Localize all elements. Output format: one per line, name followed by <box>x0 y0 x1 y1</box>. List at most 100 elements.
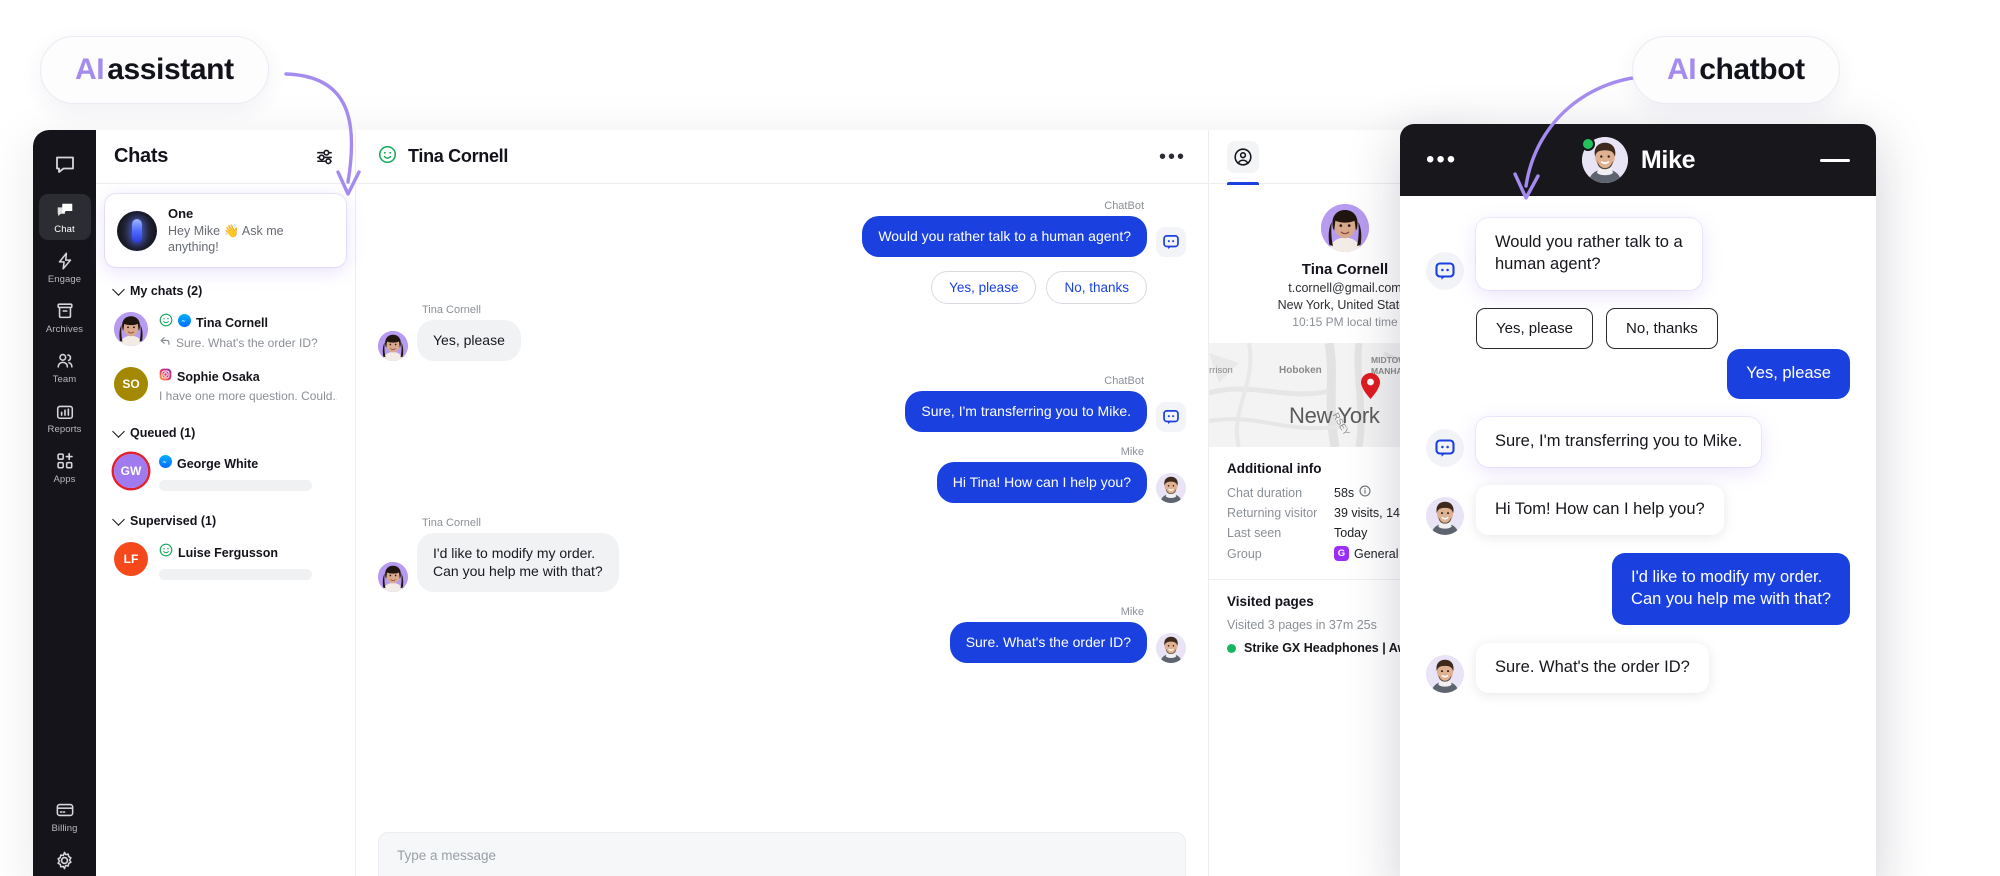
chat-list-header: Chats <box>96 130 355 184</box>
callout-ai-chatbot: AI chatbot <box>1632 36 1840 104</box>
message-input[interactable]: Type a message <box>378 832 1186 876</box>
list-item[interactable]: GW George White <box>96 447 355 501</box>
map-label-hoboken: Hoboken <box>1279 365 1322 376</box>
message-author: Mike <box>1120 445 1144 458</box>
info-circle-icon[interactable] <box>1359 485 1371 500</box>
page-title: Chats <box>114 145 169 167</box>
quick-replies: Yes, please No, thanks <box>378 270 1186 304</box>
list-item-name: Sophie Osaka <box>177 370 260 385</box>
info-key: Returning visitor <box>1227 506 1318 520</box>
ellipsis-icon[interactable]: ••• <box>1426 148 1457 172</box>
message-author: Tina Cornell <box>422 303 481 316</box>
widget-quick-reply-button[interactable]: Yes, please <box>1476 307 1594 349</box>
ellipsis-icon[interactable]: ••• <box>1159 147 1186 167</box>
message-bubble: Yes, please <box>417 319 521 361</box>
sidebar-item-billing[interactable]: Billing <box>39 793 91 839</box>
info-value: General <box>1354 546 1399 561</box>
avatar <box>1580 137 1628 183</box>
map-pin-icon <box>1361 373 1380 399</box>
sidebar-item-settings[interactable] <box>39 843 91 876</box>
widget-quick-replies: Yes, please No, thanks <box>1476 307 1850 349</box>
ai-assistant-preview: Hey Mike 👋 Ask me anything! <box>168 223 284 255</box>
quick-reply-button[interactable]: No, thanks <box>1046 270 1147 304</box>
info-value: 58s <box>1334 485 1355 500</box>
rail-items: Chat Engage Archives Team Reports Apps <box>38 194 91 494</box>
callout-chatbot-ai: AI <box>1667 53 1697 86</box>
chatbot-badge-icon <box>1156 401 1186 432</box>
message-author: Mike <box>1120 606 1144 619</box>
avatar-initials: SO <box>114 367 148 402</box>
chat-widget: ••• Mike Would you rather talk to a huma… <box>1400 124 1876 876</box>
chevron-down-icon <box>112 282 125 296</box>
widget-message-group: Sure. What's the order ID? <box>1426 642 1850 693</box>
message-author: Tina Cornell <box>422 516 481 529</box>
sidebar-item-label: Billing <box>51 823 78 834</box>
info-value: Today <box>1334 526 1368 540</box>
info-key: Last seen <box>1227 526 1282 540</box>
sidebar-item-label: Chat <box>54 224 75 235</box>
message-bubble: Hi Tina! How can I help you? <box>936 461 1147 503</box>
filter-sliders-icon[interactable] <box>311 144 337 170</box>
sidebar-item-reports[interactable]: Reports <box>39 394 91 440</box>
messenger-icon <box>178 313 191 332</box>
widget-message-group: I'd like to modify my order. Can you hel… <box>1426 552 1850 625</box>
chat-group-header[interactable]: Supervised (1) <box>96 501 355 535</box>
widget-message-bubble: Yes, please <box>1727 348 1850 399</box>
sidebar-item-chat[interactable]: Chat <box>38 194 91 240</box>
avatar-initials: LF <box>114 542 148 577</box>
sidebar-item-team[interactable]: Team <box>39 344 91 390</box>
messenger-icon <box>159 455 172 473</box>
widget-message-group: Hi Tom! How can I help you? <box>1426 484 1850 535</box>
apps-grid-icon <box>55 451 75 471</box>
list-item[interactable]: Tina Cornell Sure. What's the order ID? <box>96 305 355 360</box>
avatar <box>378 330 408 361</box>
callout-assistant-label: assistant <box>107 53 234 86</box>
quick-reply-button[interactable]: Yes, please <box>931 270 1037 304</box>
message-group: Mike Hi Tina! How can I help you? <box>378 446 1186 503</box>
sidebar-item-archives[interactable]: Archives <box>39 294 91 340</box>
list-item[interactable]: LF Luise Fergusson <box>96 535 355 590</box>
list-item[interactable]: SO Sophie Osaka I have one more question. … <box>96 360 355 413</box>
widget-message-bubble: Sure. What's the order ID? <box>1476 642 1709 693</box>
widget-agent-name: Mike <box>1640 145 1696 174</box>
widget-message-group: Sure, I'm transferring you to Mike. <box>1426 416 1850 467</box>
sidebar-item-label: Engage <box>47 274 82 285</box>
minimize-icon[interactable] <box>1820 158 1850 162</box>
chat-group-header[interactable]: My chats (2) <box>96 271 355 305</box>
sidebar-item-apps[interactable]: Apps <box>39 444 91 490</box>
avatar: LF <box>114 542 148 577</box>
avatar <box>114 312 148 347</box>
map-label-harrison: rrison <box>1209 365 1233 376</box>
speech-bubble-logo-icon[interactable] <box>45 144 85 184</box>
widget-message-bubble: I'd like to modify my order. Can you hel… <box>1612 552 1850 625</box>
list-item-preview: I have one more question. Could... <box>159 389 337 404</box>
callout-ai-assistant: AI assistant <box>40 36 269 104</box>
avatar <box>1426 496 1464 535</box>
chat-group-header[interactable]: Queued (1) <box>96 413 355 447</box>
smiley-green-icon <box>159 543 173 562</box>
chevron-down-icon <box>112 512 125 526</box>
credit-card-icon <box>55 800 75 820</box>
info-key: Chat duration <box>1227 485 1303 500</box>
sidebar-item-engage[interactable]: Engage <box>39 244 91 290</box>
message-bubble: Sure. What's the order ID? <box>949 622 1147 664</box>
avatar <box>1321 204 1369 252</box>
message-author: ChatBot <box>1104 200 1144 212</box>
conversation-panel: Tina Cornell ••• ChatBot Would you rather… <box>356 130 1209 876</box>
widget-messages: Would you rather talk to a human agent? Y… <box>1400 196 1876 876</box>
left-rail-nav: Chat Engage Archives Team Reports Apps B… <box>33 130 96 876</box>
chat-icon <box>55 201 75 221</box>
message-group: Mike Sure. What's the order ID? <box>378 606 1186 664</box>
callout-assistant-ai: AI <box>75 53 105 86</box>
lightning-icon <box>55 251 75 271</box>
green-dot-icon <box>1227 643 1236 653</box>
ai-assistant-card[interactable]: One Hey Mike 👋 Ask me anything! <box>105 194 346 268</box>
widget-quick-reply-button[interactable]: No, thanks <box>1606 307 1718 349</box>
message-bubble: Sure, I'm transferring you to Mike. <box>905 390 1147 432</box>
instagram-icon <box>159 368 172 386</box>
archive-box-icon <box>55 301 75 321</box>
smiley-green-icon <box>378 145 397 169</box>
message-group: ChatBot Would you rather talk to a human … <box>378 200 1186 257</box>
message-group: Tina Cornell I'd like to modify my order… <box>378 517 1186 593</box>
tab-customer-profile[interactable] <box>1227 130 1259 185</box>
